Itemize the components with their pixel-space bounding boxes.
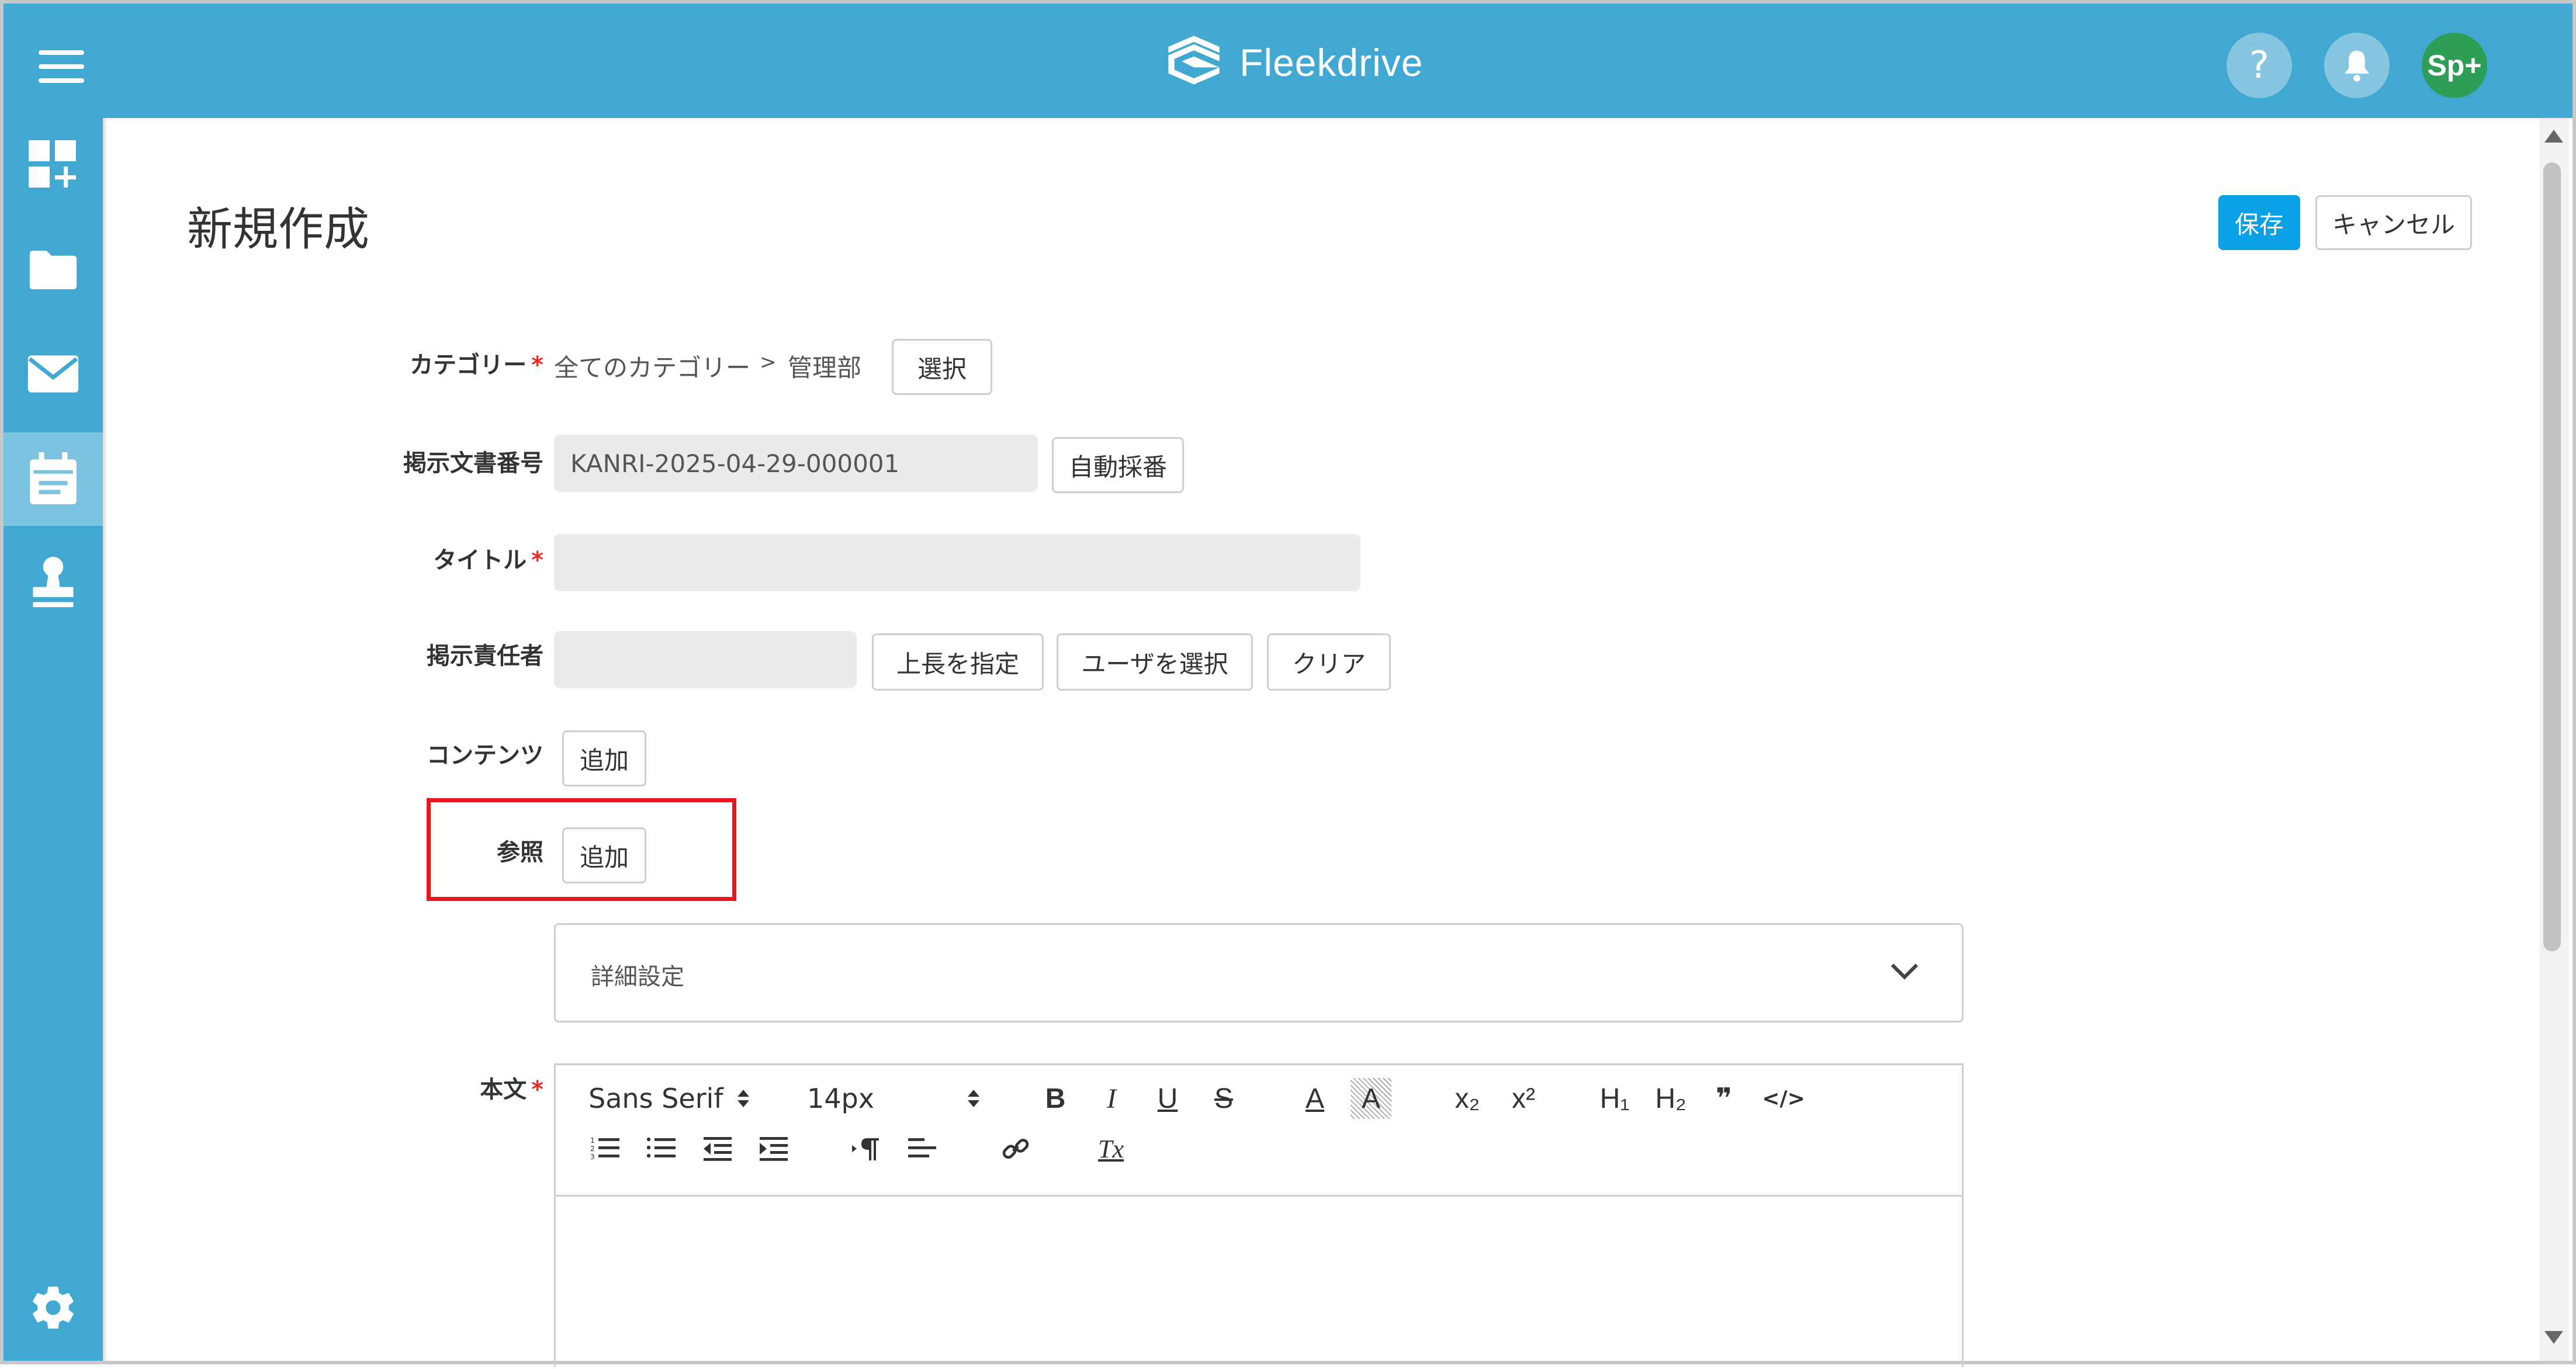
category-label: カテゴリー * [410,346,543,380]
title-input[interactable] [554,534,1360,591]
title-label: タイトル * [433,541,543,575]
reference-label: 参照 [497,839,543,866]
heading2-button[interactable]: H₂ [1647,1078,1694,1119]
heading1-button[interactable]: H₁ [1591,1078,1638,1119]
contents-label: コンテンツ [427,742,543,769]
body-label-text: 本文 [480,1076,527,1103]
scroll-up-arrow-icon[interactable] [2544,130,2563,143]
svg-text:1: 1 [590,1136,595,1145]
owner-label: 掲示責任者 [427,643,543,670]
sidebar-item-mail[interactable] [4,327,103,421]
sidebar-shadow [103,118,108,1361]
mail-icon [27,355,79,393]
category-label-text: カテゴリー [410,352,527,379]
ordered-list-icon[interactable]: 123 [585,1128,626,1169]
folder-icon [29,251,77,289]
sidebar [4,118,103,1361]
calendar-board-icon [30,452,77,504]
app-name: Fleekdrive [1239,41,1424,84]
required-mark: * [531,352,543,379]
specify-boss-button[interactable]: 上長を指定 [872,633,1044,691]
user-avatar[interactable]: Sp+ [2422,33,2487,98]
rich-text-editor: Sans Serif 14px B I U S A A x₂ x² H₁ H₂ … [554,1063,1964,1367]
category-select-button[interactable]: 選択 [892,339,992,395]
category-path-leaf: 管理部 [788,353,862,382]
clear-format-button[interactable]: Tx [1088,1128,1134,1169]
indent-icon[interactable] [753,1128,794,1169]
category-path-separator: > [760,351,777,374]
contents-add-button[interactable]: 追加 [562,730,646,786]
blockquote-button[interactable]: ❞ [1704,1078,1744,1119]
underline-button[interactable]: U [1147,1078,1188,1119]
svg-text:2: 2 [590,1145,595,1153]
required-mark: * [531,1076,543,1103]
superscript-button[interactable]: x² [1500,1078,1547,1119]
gear-icon [33,1287,74,1329]
select-user-button[interactable]: ユーザを選択 [1057,633,1253,691]
outdent-icon[interactable] [697,1128,738,1169]
subscript-button[interactable]: x₂ [1444,1078,1491,1119]
editor-toolbar: Sans Serif 14px B I U S A A x₂ x² H₁ H₂ … [556,1065,1962,1197]
chevron-down-icon[interactable] [1888,955,1921,988]
doc-number-label: 掲示文書番号 [403,450,543,477]
bell-icon [2345,50,2369,82]
required-mark: * [531,547,543,574]
fleekdrive-logo-icon [1168,36,1220,85]
code-button[interactable]: </> [1757,1078,1810,1119]
font-size-value: 14px [807,1083,874,1114]
reference-add-button[interactable]: 追加 [562,827,646,883]
doc-number-input[interactable]: KANRI-2025-04-29-000001 [554,435,1038,492]
background-color-button[interactable]: A [1351,1078,1391,1119]
select-arrows-icon [737,1090,749,1107]
cancel-button[interactable]: キャンセル [2315,195,2472,250]
advanced-settings-label: 詳細設定 [591,964,684,990]
dashboard-add-icon [29,140,76,188]
font-family-value: Sans Serif [588,1083,723,1114]
category-path-root: 全てのカテゴリー [554,353,751,382]
clear-button[interactable]: クリア [1267,633,1391,691]
sidebar-item-board[interactable] [4,432,103,526]
select-arrows-icon [967,1090,979,1107]
align-left-icon[interactable] [902,1128,943,1169]
bullet-list-icon[interactable] [641,1128,682,1169]
text-direction-icon[interactable] [846,1128,887,1169]
sidebar-item-stamp[interactable] [4,535,103,629]
save-button[interactable]: 保存 [2218,195,2300,250]
help-button[interactable]: ? [2227,33,2292,98]
sidebar-item-settings[interactable] [4,1261,103,1354]
bold-button[interactable]: B [1035,1078,1076,1119]
advanced-settings-panel[interactable]: 詳細設定 [554,923,1964,1023]
font-size-select[interactable]: 14px [807,1078,982,1119]
strike-button[interactable]: S [1203,1078,1244,1119]
page-title: 新規作成 [187,203,370,256]
hamburger-menu-icon[interactable] [39,50,84,83]
auto-number-button[interactable]: 自動採番 [1052,437,1184,493]
link-icon[interactable] [995,1128,1036,1169]
editor-content-area[interactable] [556,1197,1962,1369]
title-label-text: タイトル [433,547,527,574]
help-icon: ? [2249,44,2269,87]
italic-button[interactable]: I [1091,1078,1132,1119]
text-color-button[interactable]: A [1294,1078,1335,1119]
owner-input[interactable] [554,631,857,688]
app-logo: Fleekdrive [1164,30,1423,95]
sidebar-item-folder[interactable] [4,223,103,317]
stamp-icon [33,556,74,608]
font-family-select[interactable]: Sans Serif [588,1078,749,1119]
svg-text:3: 3 [590,1153,595,1161]
scrollbar-thumb[interactable] [2543,162,2561,951]
sidebar-item-dashboard[interactable] [4,118,103,212]
body-label: 本文 * [480,1070,543,1104]
scroll-down-arrow-icon[interactable] [2544,1331,2563,1344]
top-header: Fleekdrive ? Sp+ [4,4,2572,118]
notification-button[interactable] [2324,33,2390,98]
